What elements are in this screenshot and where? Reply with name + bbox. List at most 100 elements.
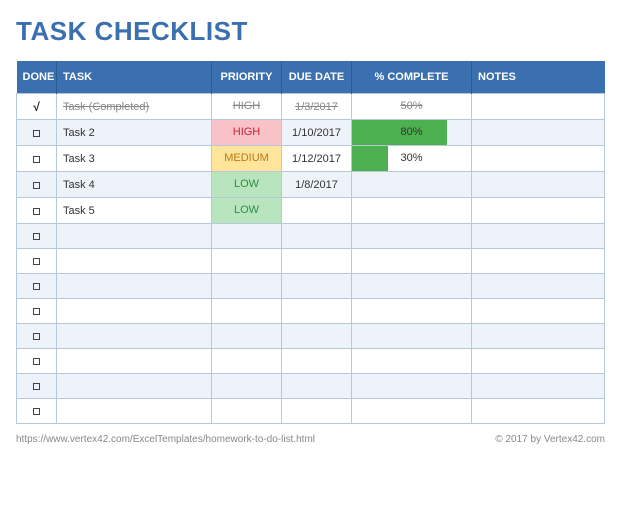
task-cell[interactable] (57, 224, 212, 249)
priority-cell[interactable]: LOW (212, 172, 282, 198)
task-cell[interactable]: Task (Completed) (57, 94, 212, 120)
priority-cell[interactable] (212, 349, 282, 374)
priority-cell[interactable] (212, 374, 282, 399)
notes-cell[interactable] (472, 324, 605, 349)
due-date-cell[interactable] (282, 274, 352, 299)
table-row (17, 249, 605, 274)
priority-cell[interactable] (212, 249, 282, 274)
task-cell[interactable] (57, 249, 212, 274)
percent-complete-cell[interactable] (352, 198, 472, 224)
notes-cell[interactable] (472, 299, 605, 324)
done-cell[interactable] (17, 120, 57, 146)
notes-cell[interactable] (472, 374, 605, 399)
priority-cell[interactable]: HIGH (212, 120, 282, 146)
table-row (17, 224, 605, 249)
percent-complete-cell[interactable] (352, 299, 472, 324)
notes-cell[interactable] (472, 120, 605, 146)
checkbox-icon (33, 208, 40, 215)
progress-label: 50% (352, 94, 471, 119)
notes-cell[interactable] (472, 274, 605, 299)
checkbox-icon (33, 358, 40, 365)
notes-cell[interactable] (472, 94, 605, 120)
task-cell[interactable] (57, 374, 212, 399)
col-due: DUE DATE (282, 61, 352, 94)
due-date-cell[interactable] (282, 324, 352, 349)
percent-complete-cell[interactable] (352, 274, 472, 299)
done-cell[interactable] (17, 399, 57, 424)
checkbox-icon (33, 383, 40, 390)
task-cell[interactable] (57, 299, 212, 324)
percent-complete-cell[interactable] (352, 349, 472, 374)
percent-complete-cell[interactable] (352, 374, 472, 399)
table-row (17, 399, 605, 424)
task-table: DONE TASK PRIORITY DUE DATE % COMPLETE N… (16, 61, 605, 424)
priority-cell[interactable]: MEDIUM (212, 146, 282, 172)
progress-label: 30% (352, 146, 471, 171)
priority-cell[interactable]: HIGH (212, 94, 282, 120)
notes-cell[interactable] (472, 198, 605, 224)
checkbox-icon (33, 233, 40, 240)
due-date-cell[interactable] (282, 198, 352, 224)
percent-complete-cell[interactable] (352, 399, 472, 424)
percent-complete-cell[interactable]: 30% (352, 146, 472, 172)
done-cell[interactable] (17, 224, 57, 249)
col-done: DONE (17, 61, 57, 94)
task-cell[interactable]: Task 2 (57, 120, 212, 146)
percent-complete-cell[interactable] (352, 224, 472, 249)
priority-cell[interactable] (212, 324, 282, 349)
done-cell[interactable] (17, 374, 57, 399)
due-date-cell[interactable]: 1/3/2017 (282, 94, 352, 120)
notes-cell[interactable] (472, 172, 605, 198)
table-row (17, 274, 605, 299)
percent-complete-cell[interactable]: 80% (352, 120, 472, 146)
notes-cell[interactable] (472, 146, 605, 172)
due-date-cell[interactable]: 1/10/2017 (282, 120, 352, 146)
priority-cell[interactable] (212, 224, 282, 249)
due-date-cell[interactable] (282, 299, 352, 324)
checkbox-icon (33, 283, 40, 290)
done-cell[interactable] (17, 198, 57, 224)
due-date-cell[interactable] (282, 349, 352, 374)
done-cell[interactable] (17, 349, 57, 374)
task-cell[interactable] (57, 324, 212, 349)
task-cell[interactable] (57, 399, 212, 424)
col-priority: PRIORITY (212, 61, 282, 94)
done-cell[interactable] (17, 299, 57, 324)
task-cell[interactable] (57, 349, 212, 374)
task-cell[interactable]: Task 5 (57, 198, 212, 224)
priority-badge: HIGH (212, 120, 281, 145)
percent-complete-cell[interactable] (352, 172, 472, 198)
task-cell[interactable]: Task 3 (57, 146, 212, 172)
priority-cell[interactable] (212, 399, 282, 424)
priority-cell[interactable] (212, 299, 282, 324)
done-cell[interactable] (17, 249, 57, 274)
task-cell[interactable]: Task 4 (57, 172, 212, 198)
notes-cell[interactable] (472, 349, 605, 374)
notes-cell[interactable] (472, 249, 605, 274)
done-cell[interactable] (17, 324, 57, 349)
due-date-cell[interactable] (282, 249, 352, 274)
checkbox-icon (33, 182, 40, 189)
priority-cell[interactable] (212, 274, 282, 299)
priority-cell[interactable]: LOW (212, 198, 282, 224)
due-date-cell[interactable]: 1/8/2017 (282, 172, 352, 198)
table-row (17, 324, 605, 349)
notes-cell[interactable] (472, 399, 605, 424)
col-task: TASK (57, 61, 212, 94)
done-cell[interactable] (17, 146, 57, 172)
checkbox-icon (33, 333, 40, 340)
due-date-cell[interactable]: 1/12/2017 (282, 146, 352, 172)
checkmark-icon: √ (33, 100, 40, 114)
task-cell[interactable] (57, 274, 212, 299)
done-cell[interactable]: √ (17, 94, 57, 120)
done-cell[interactable] (17, 172, 57, 198)
done-cell[interactable] (17, 274, 57, 299)
due-date-cell[interactable] (282, 224, 352, 249)
percent-complete-cell[interactable]: 50% (352, 94, 472, 120)
due-date-cell[interactable] (282, 399, 352, 424)
percent-complete-cell[interactable] (352, 249, 472, 274)
due-date-cell[interactable] (282, 374, 352, 399)
percent-complete-cell[interactable] (352, 324, 472, 349)
notes-cell[interactable] (472, 224, 605, 249)
checkbox-icon (33, 408, 40, 415)
